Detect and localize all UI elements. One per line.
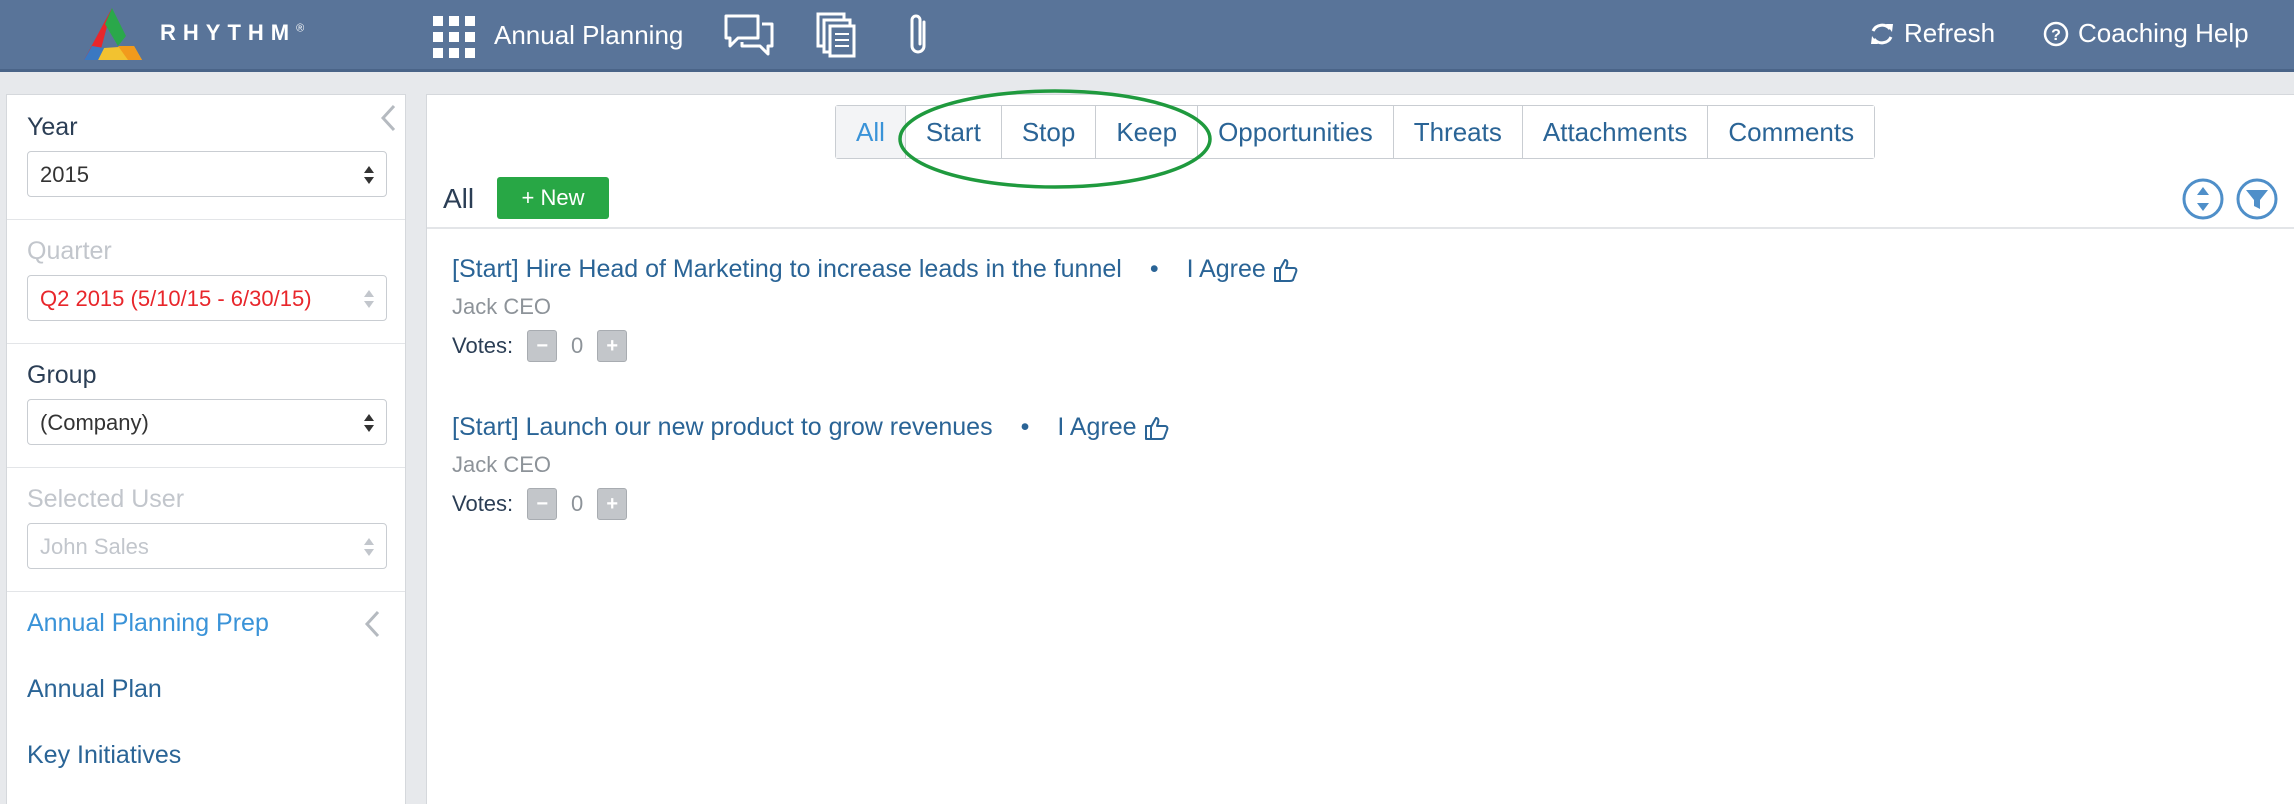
- sidebar: Year 2015 Quarter Q2 2015 (5/10/15 - 6/3…: [6, 94, 406, 804]
- paperclip-icon[interactable]: [902, 10, 936, 60]
- votes-row: Votes: − 0 +: [452, 488, 1852, 520]
- divider: [7, 467, 405, 468]
- vote-up-button[interactable]: +: [597, 330, 628, 362]
- vote-count: 0: [571, 333, 584, 358]
- i-agree-button[interactable]: I Agree: [1057, 413, 1168, 442]
- selected-user-label: Selected User: [27, 485, 185, 513]
- svg-text:?: ?: [2051, 27, 2061, 44]
- vote-count: 0: [571, 491, 584, 516]
- app-title[interactable]: Annual Planning: [494, 20, 683, 51]
- documents-icon[interactable]: [814, 10, 858, 60]
- select-arrows-icon: [364, 290, 374, 308]
- vote-down-button[interactable]: −: [527, 330, 558, 362]
- divider: [7, 591, 405, 592]
- chevron-left-icon[interactable]: [363, 609, 383, 639]
- select-arrows-icon: [364, 166, 374, 184]
- help-circle-icon: ?: [2043, 21, 2069, 46]
- group-label: Group: [27, 361, 97, 389]
- item-author: Jack CEO: [452, 452, 552, 477]
- coaching-help-button[interactable]: ? Coaching Help: [2042, 18, 2249, 49]
- refresh-button[interactable]: Refresh: [1868, 18, 1995, 49]
- select-arrows-icon: [364, 414, 374, 432]
- votes-row: Votes: − 0 +: [452, 330, 1852, 362]
- group-select[interactable]: (Company): [27, 399, 387, 445]
- apps-grid-icon[interactable]: [433, 16, 477, 60]
- selected-user-value: John Sales: [40, 534, 149, 559]
- tab-comments[interactable]: Comments: [1707, 106, 1875, 158]
- select-arrows-icon: [364, 538, 374, 556]
- votes-label: Votes:: [452, 491, 514, 516]
- separator-bullet: •: [1020, 413, 1030, 441]
- quarter-value: Q2 2015 (5/10/15 - 6/30/15): [40, 286, 312, 311]
- selected-user-select[interactable]: John Sales: [27, 523, 387, 569]
- new-item-button[interactable]: + New: [497, 177, 609, 219]
- vote-up-button[interactable]: +: [597, 488, 628, 520]
- brand-name: RHYTHM®: [160, 20, 305, 45]
- coaching-help-label: Coaching Help: [2078, 18, 2249, 48]
- item-title-link[interactable]: [Start] Hire Head of Marketing to increa…: [452, 255, 1122, 284]
- tab-opportunities[interactable]: Opportunities: [1197, 106, 1393, 158]
- votes-label: Votes:: [452, 333, 514, 358]
- chat-icon[interactable]: [722, 10, 776, 60]
- highlight-ellipse-annotation: [898, 89, 1212, 189]
- sidebar-item-annual-planning-prep[interactable]: Annual Planning Prep: [27, 609, 269, 638]
- top-bar: RHYTHM® Annual Planning Refresh ? Coachi…: [0, 0, 2294, 72]
- i-agree-label: I Agree: [1057, 413, 1137, 441]
- refresh-label: Refresh: [1904, 18, 1996, 48]
- refresh-icon: [1871, 23, 1893, 44]
- separator-bullet: •: [1149, 255, 1159, 283]
- thumbs-up-icon: [1273, 258, 1298, 282]
- vote-down-button[interactable]: −: [527, 488, 558, 520]
- chevron-left-icon[interactable]: [379, 103, 399, 133]
- main-panel: All Start Stop Keep Opportunities Threat…: [426, 89, 2294, 804]
- i-agree-label: I Agree: [1186, 255, 1266, 283]
- sort-icon[interactable]: [2181, 177, 2225, 221]
- sidebar-item-key-initiatives[interactable]: Key Initiatives: [27, 741, 181, 770]
- thumbs-up-icon: [1144, 416, 1168, 440]
- group-value: (Company): [40, 410, 149, 435]
- list-item: [Start] Launch our new product to grow r…: [452, 413, 1852, 520]
- quarter-label: Quarter: [27, 237, 112, 265]
- list-item: [Start] Hire Head of Marketing to increa…: [452, 255, 1852, 362]
- item-title-link[interactable]: [Start] Launch our new product to grow r…: [452, 413, 993, 442]
- tab-attachments[interactable]: Attachments: [1521, 106, 1708, 158]
- divider: [7, 219, 405, 220]
- quarter-select[interactable]: Q2 2015 (5/10/15 - 6/30/15): [27, 275, 387, 321]
- year-value: 2015: [40, 162, 89, 187]
- divider: [7, 343, 405, 344]
- tab-threats[interactable]: Threats: [1392, 106, 1522, 158]
- header-divider: [427, 227, 2294, 229]
- section-title: All: [443, 183, 475, 214]
- sidebar-item-annual-plan[interactable]: Annual Plan: [27, 675, 162, 704]
- rhythm-logo-icon[interactable]: [78, 6, 148, 64]
- year-label: Year: [27, 113, 78, 141]
- item-author: Jack CEO: [452, 294, 552, 319]
- filter-icon[interactable]: [2235, 177, 2279, 221]
- year-select[interactable]: 2015: [27, 151, 387, 197]
- i-agree-button[interactable]: I Agree: [1187, 255, 1298, 284]
